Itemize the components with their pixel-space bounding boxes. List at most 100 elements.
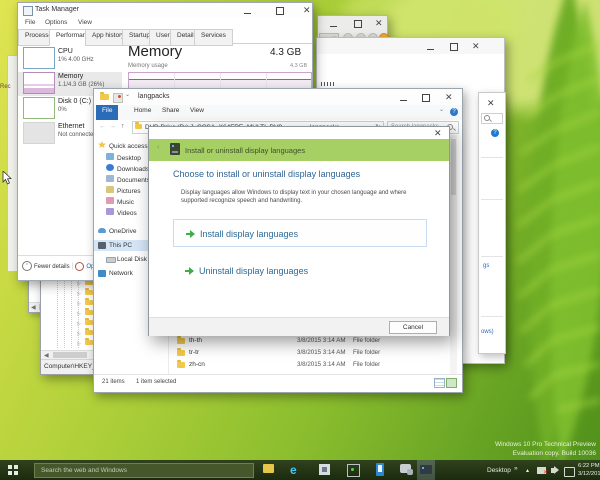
volume-icon[interactable] xyxy=(551,468,555,473)
perf-sidebar-cpu[interactable]: CPU 1% 4.00 GHz xyxy=(18,47,122,71)
minimize-icon[interactable] xyxy=(244,10,251,17)
cancel-button[interactable]: Cancel xyxy=(389,321,437,334)
file-explorer-taskbar-icon[interactable] xyxy=(263,464,274,473)
file-row-zh-cn[interactable]: zh-cn 3/8/2015 3:14 AM File folder xyxy=(169,359,449,371)
close-icon[interactable]: ✕ xyxy=(303,6,311,14)
scroll-left-arrow-icon[interactable]: ◀ xyxy=(31,304,36,311)
dialog-titlebar[interactable]: ✕ xyxy=(149,127,449,139)
close-icon[interactable]: ✕ xyxy=(472,42,480,50)
memory-usage-label: Memory usage xyxy=(128,63,168,69)
icons-view-toggle-icon[interactable] xyxy=(446,378,457,388)
memory-total: 4.3 GB xyxy=(270,47,301,58)
local-disk-icon xyxy=(106,257,116,263)
uninstall-languages-option[interactable]: Uninstall display languages xyxy=(173,257,425,283)
maximize-icon[interactable] xyxy=(422,94,430,102)
tree-expander-icon[interactable]: ▷ xyxy=(77,341,81,347)
tray-show-hidden-icons[interactable]: ▴ xyxy=(526,467,529,474)
explorer-statusbar: 21 items 1 item selected xyxy=(94,374,462,391)
network-status-icon[interactable]: ✕ xyxy=(537,467,546,474)
registry-key-folder-icon[interactable] xyxy=(85,310,93,315)
task-manager-app-icon xyxy=(23,6,33,16)
start-button[interactable] xyxy=(8,465,18,475)
file-list-vscrollbar[interactable] xyxy=(450,135,457,374)
close-icon[interactable]: ✕ xyxy=(445,93,453,101)
maximize-icon[interactable] xyxy=(450,43,458,51)
minimize-icon[interactable] xyxy=(427,46,434,53)
registry-key-folder-icon[interactable] xyxy=(85,320,93,325)
tree-expander-icon[interactable]: ▷ xyxy=(77,291,81,297)
memory-graph-thumbnail xyxy=(23,72,55,94)
maximize-icon[interactable] xyxy=(276,7,284,15)
install-languages-option[interactable]: Install display languages xyxy=(173,219,427,247)
close-icon[interactable]: ✕ xyxy=(487,99,495,107)
registry-key-folder-icon[interactable] xyxy=(85,340,93,345)
help-icon[interactable]: ? xyxy=(450,108,458,116)
taskbar-search-box[interactable]: Search the web and Windows xyxy=(34,463,254,478)
ribbon-tab-file[interactable]: File xyxy=(96,105,118,120)
quick-access-toolbar-icon[interactable] xyxy=(100,94,109,100)
qat-properties-icon[interactable] xyxy=(113,93,123,103)
tree-expander-icon[interactable]: ▷ xyxy=(77,321,81,327)
menu-file[interactable]: File xyxy=(25,19,35,26)
tree-expander-icon[interactable]: ▷ xyxy=(77,331,81,337)
menu-options[interactable]: Options xyxy=(45,19,67,26)
ribbon-tab-home[interactable]: Home xyxy=(128,105,157,120)
edge-browser-icon[interactable]: e xyxy=(290,464,302,476)
phone-companion-icon[interactable] xyxy=(376,463,384,476)
task-manager-titlebar[interactable]: Task Manager ✕ xyxy=(18,3,312,17)
close-icon[interactable]: ✕ xyxy=(434,129,442,137)
tray-clock[interactable]: 6:22 PM 3/12/2015 xyxy=(578,462,598,478)
explorer-ribbon: File Home Share View ⌄ ? xyxy=(94,105,462,121)
file-row-th-th[interactable]: th-th 3/8/2015 3:14 AM File folder xyxy=(169,335,449,347)
cpu-label: CPU xyxy=(58,48,73,55)
green-arrow-icon xyxy=(186,230,195,237)
tray-chevrons[interactable]: » xyxy=(514,465,518,472)
music-icon xyxy=(106,197,114,204)
registry-key-folder-icon[interactable] xyxy=(85,300,93,305)
disk-detail: 0% xyxy=(58,107,67,113)
registry-key-folder-icon[interactable] xyxy=(85,330,93,335)
ethernet-graph-thumbnail xyxy=(23,122,55,144)
maximize-icon[interactable] xyxy=(354,20,362,28)
scroll-left-arrow-icon[interactable]: ◀ xyxy=(44,352,49,359)
tree-expander-icon[interactable]: ▷ xyxy=(77,311,81,317)
messaging-app-icon[interactable] xyxy=(400,464,411,473)
tray-desktop-label[interactable]: Desktop xyxy=(487,467,511,474)
qat-chevron-down-icon[interactable]: ⌄ xyxy=(125,91,130,98)
tree-expander-icon[interactable]: ▷ xyxy=(77,281,81,287)
watermark-line2: Evaluation copy. Build 10036 xyxy=(495,449,596,458)
search-field-fragment[interactable] xyxy=(481,113,503,124)
active-app-language-installer[interactable] xyxy=(417,460,435,480)
back-icon[interactable]: ← xyxy=(99,123,106,130)
explorer-titlebar[interactable]: ⌄ langpacks ✕ xyxy=(94,89,462,105)
truncated-link[interactable]: ows) xyxy=(481,329,494,335)
forward-icon[interactable]: → xyxy=(109,123,116,130)
help-icon[interactable]: ? xyxy=(491,129,499,137)
menu-view[interactable]: View xyxy=(78,19,92,26)
tree-expander-icon[interactable]: ▷ xyxy=(77,301,81,307)
app-icon-wireframe[interactable] xyxy=(347,464,360,477)
details-view-toggle-icon[interactable] xyxy=(434,378,445,388)
language-installer-icon xyxy=(420,465,432,474)
ribbon-tab-share[interactable]: Share xyxy=(156,105,185,120)
registry-key-folder-icon[interactable] xyxy=(85,290,93,295)
scroll-thumb[interactable] xyxy=(53,352,87,358)
minimize-icon[interactable] xyxy=(400,97,407,104)
close-icon[interactable]: ✕ xyxy=(375,19,383,27)
folder-icon xyxy=(177,338,185,344)
photos-app-icon[interactable] xyxy=(319,464,330,475)
window-b-titlebar[interactable]: ✕ xyxy=(317,38,504,54)
action-center-icon[interactable] xyxy=(564,467,575,477)
file-row-tr-tr[interactable]: tr-tr 3/8/2015 3:14 AM File folder xyxy=(169,347,449,359)
uninstall-languages-label: Uninstall display languages xyxy=(199,266,308,276)
background-window-c: ✕ ? gs ows) xyxy=(478,92,506,354)
truncated-link[interactable]: gs xyxy=(483,263,489,269)
ribbon-collapse-chevron-icon[interactable]: ⌄ xyxy=(439,106,444,113)
minimize-icon[interactable] xyxy=(330,23,337,30)
up-icon[interactable]: ↑ xyxy=(121,123,125,130)
ribbon-tab-view[interactable]: View xyxy=(184,105,210,120)
window-a-titlebar[interactable]: ✕ xyxy=(318,16,387,30)
banner-back-chevron-icon[interactable]: ‹ xyxy=(157,144,159,151)
network-icon xyxy=(98,270,106,277)
tab-services[interactable]: Services xyxy=(194,29,233,46)
